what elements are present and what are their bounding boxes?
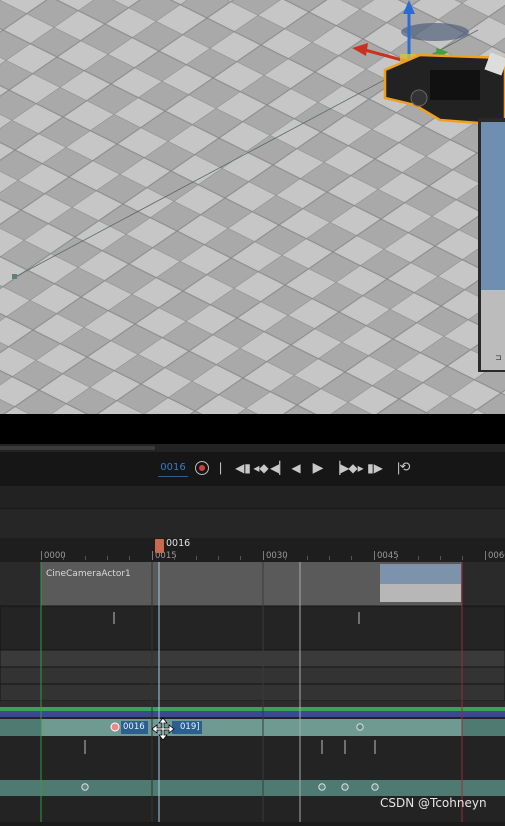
next-keyframe-button[interactable]: ◆▸ (347, 460, 365, 476)
prev-keyframe-button[interactable]: ◂◆ (252, 460, 270, 476)
play-reverse-button[interactable]: ◀ (289, 460, 303, 476)
level-viewport[interactable]: ⊐ (0, 0, 505, 414)
record-button[interactable] (195, 461, 209, 475)
track-area-canvas (0, 538, 505, 822)
selected-key-label: 0016 (123, 722, 145, 732)
step-forward-frame-button[interactable]: ▕▶ (331, 460, 349, 476)
camera-preview-window: ⊐ (478, 118, 505, 372)
track-area[interactable]: CineCameraActor1 0016 019] (0, 538, 505, 822)
step-back-frame-button[interactable]: ◀▏ (270, 460, 288, 476)
transport-controls: 0016 ⎸ ◀▮ ◂◆ ◀▏ ◀ ▶ ▕▶ ◆▸ ▮▶ ⎹ ⟲ (0, 452, 505, 486)
loop-button[interactable]: ⟲ (398, 460, 412, 476)
checker-floor: ⊐ (0, 0, 505, 414)
step-forward-key-button[interactable]: ▮▶ (366, 460, 384, 476)
playhead-label: 0016 (166, 538, 191, 549)
playhead-handle[interactable] (155, 539, 164, 553)
jump-start-button[interactable]: ⎸ (219, 460, 233, 476)
svg-text:⊐: ⊐ (495, 353, 502, 362)
sequencer-toolbar (0, 486, 505, 508)
time-ruler[interactable]: 0000 0015 0030 0045 0060 0016 (0, 538, 505, 563)
play-button[interactable]: ▶ (311, 460, 325, 476)
sequencer-filter-bar (0, 508, 505, 539)
scrub-strip[interactable] (0, 444, 505, 452)
range-end-label: 019] (180, 722, 200, 732)
tick-label: 0060 (488, 551, 505, 561)
current-frame-field[interactable]: 0016 (158, 460, 188, 477)
step-back-key-button[interactable]: ◀▮ (234, 460, 252, 476)
watermark: CSDN @Tcohneyn (380, 796, 487, 810)
viewport-bottom-bar (0, 414, 505, 444)
camera-section-label: CineCameraActor1 (46, 569, 131, 579)
